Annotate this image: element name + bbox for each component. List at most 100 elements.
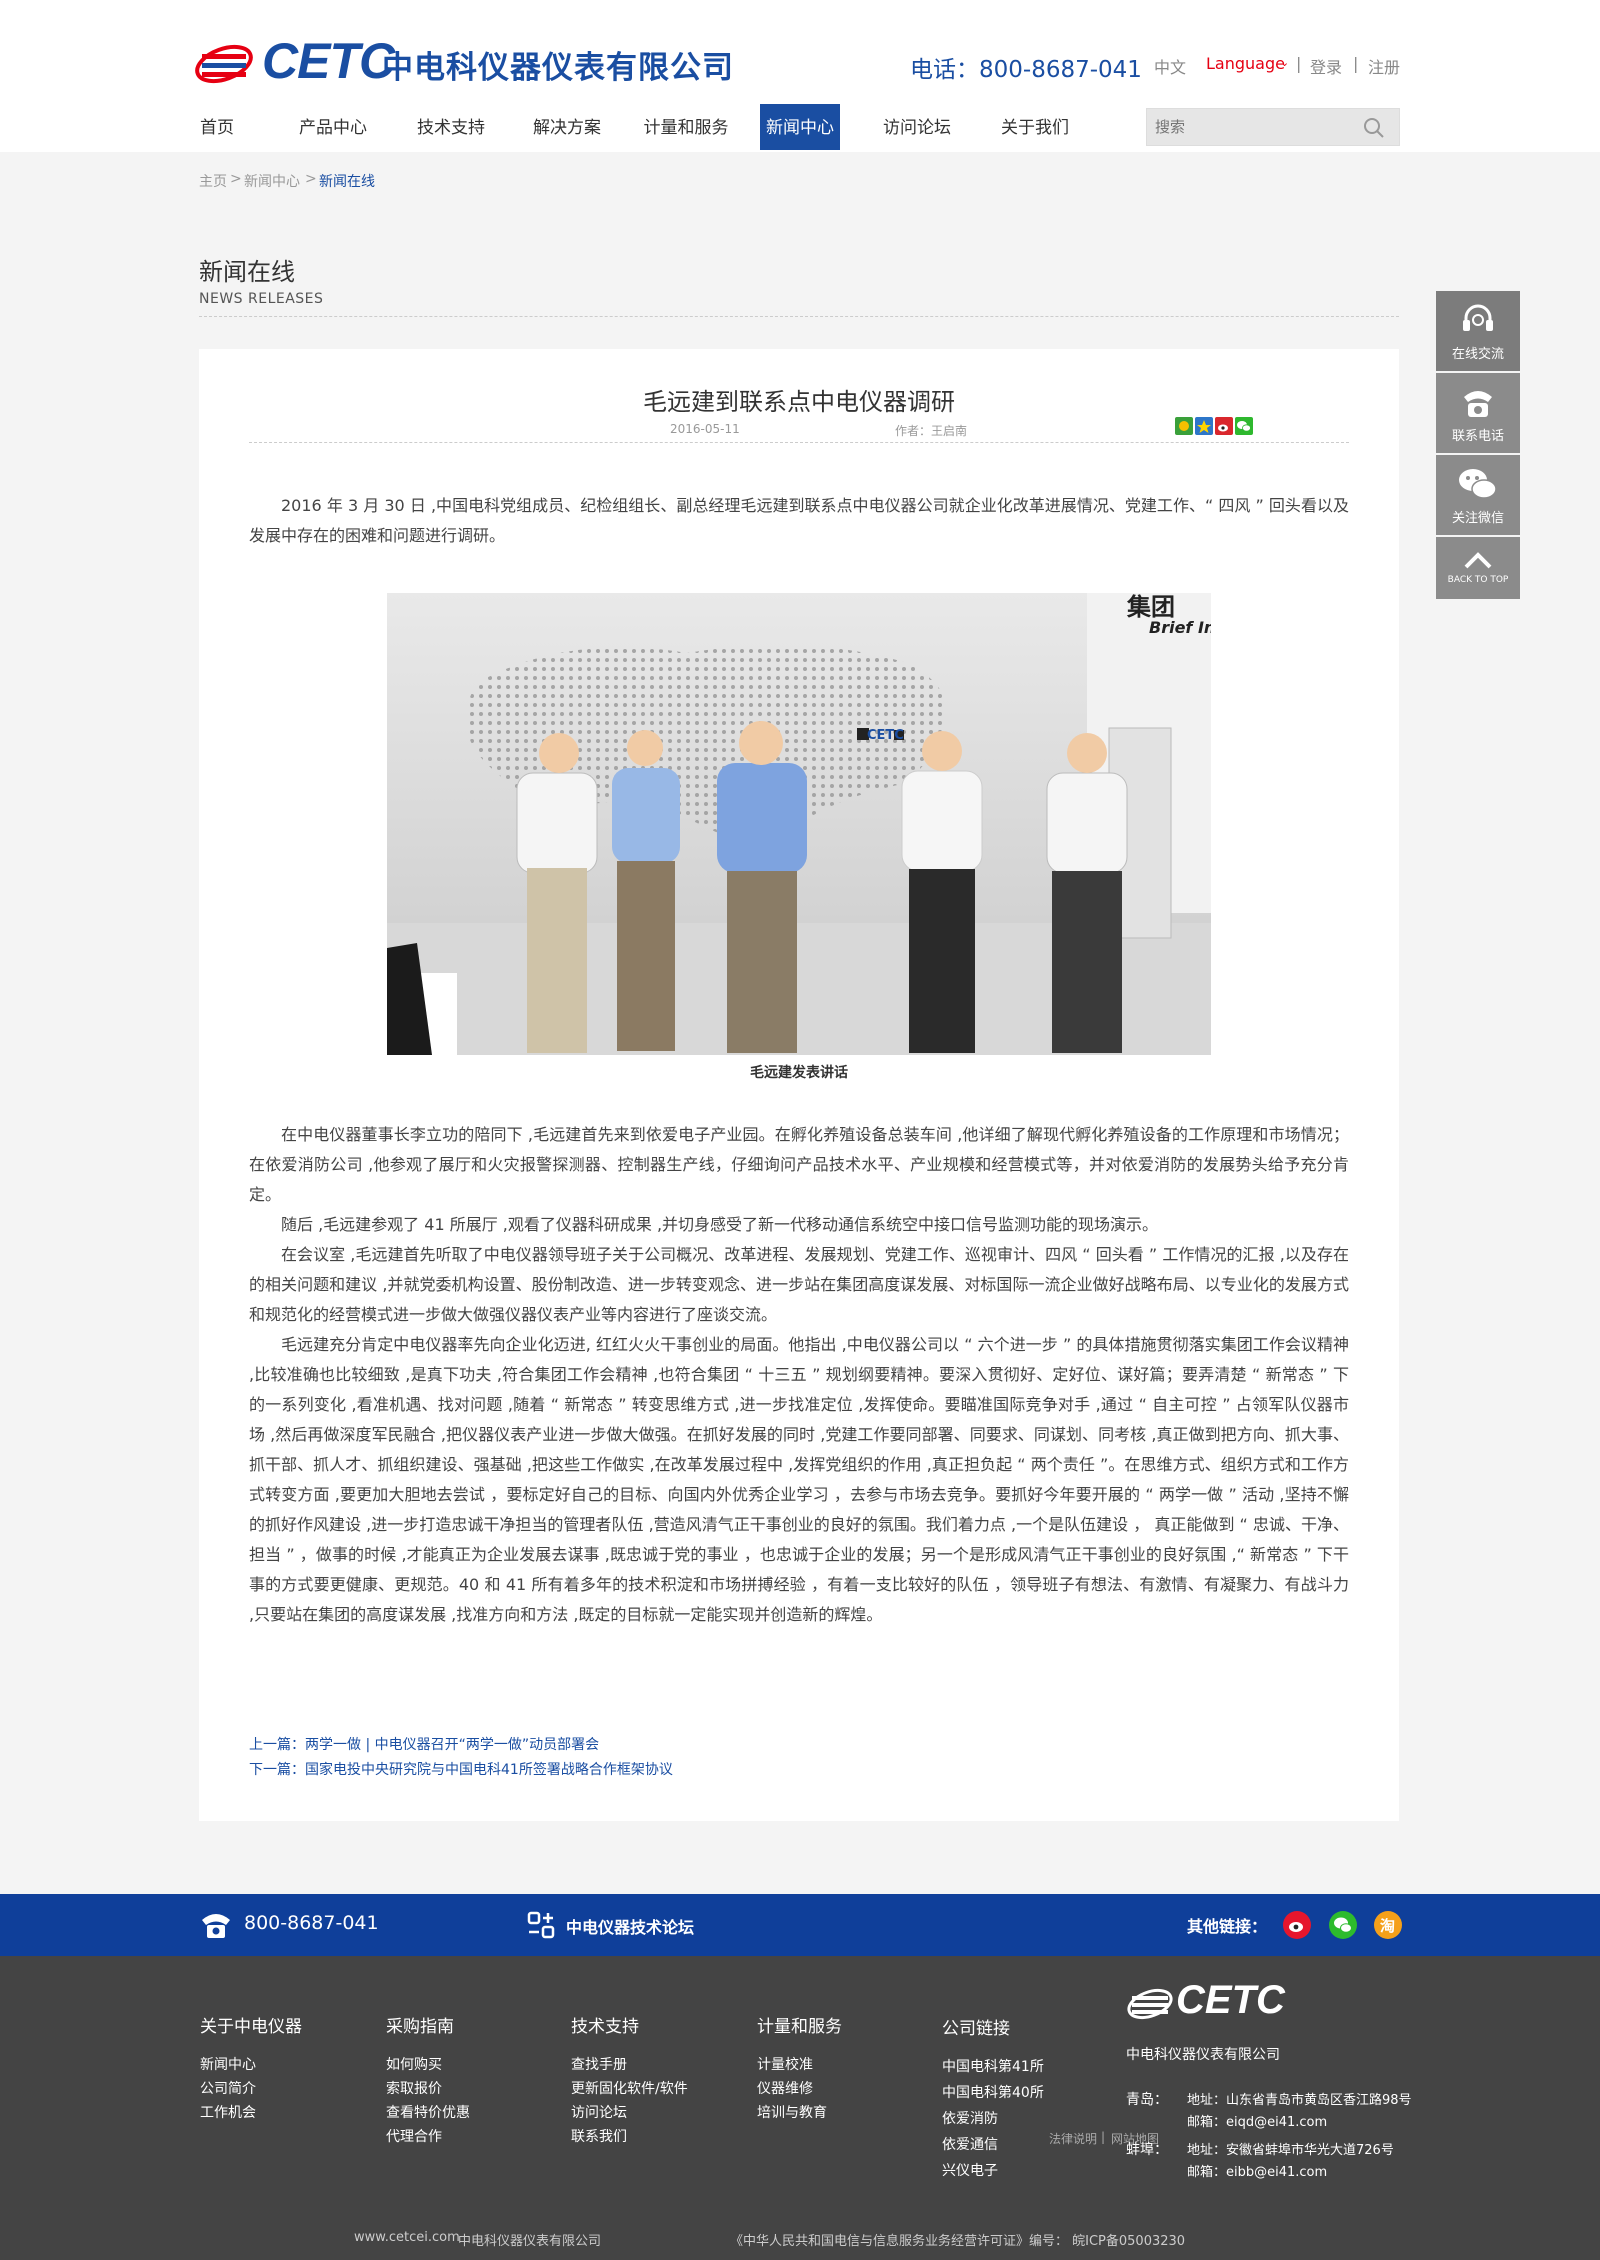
chevron-down-icon: ⌄ [1280,56,1290,69]
footer-link[interactable]: 工作机会 [200,2102,256,2122]
nav-products[interactable]: 产品中心 [298,104,368,150]
footer-phone: 800-8687-041 [244,1912,379,1934]
sidebar-label: 联系电话 [1451,429,1504,444]
breadcrumb-news[interactable]: 新闻中心 [244,171,300,191]
sidebar-label: BACK TO TOP [1447,575,1509,585]
svg-text:Brief In: Brief In [1149,618,1211,637]
nav-solutions[interactable]: 解决方案 [532,104,602,150]
taobao-icon[interactable]: 淘 [1374,1911,1402,1939]
share-favorite-icon[interactable] [1195,417,1213,435]
prev-article-link[interactable]: 上一篇：两学一做 | 中电仪器召开“两学一做”动员部署会 [249,1734,599,1754]
footer-column-title: 关于中电仪器 [200,2017,302,2037]
weibo-icon[interactable] [1283,1911,1311,1939]
divider [199,316,1399,317]
sidebar-wechat[interactable]: 关注微信 [1436,455,1520,535]
office-email: 邮箱：eibb@ei41.com [1187,2165,1328,2180]
office-city: 蚌埠： [1126,2142,1168,2158]
share-qzone-icon[interactable] [1175,417,1193,435]
chevron-up-icon [1464,552,1492,569]
footer-link[interactable]: 代理合作 [386,2126,442,2146]
footer-link[interactable]: 公司简介 [200,2078,256,2098]
footer-link[interactable]: 如何购买 [386,2054,442,2074]
license-info: 《中华人民共和国电信与信息服务业务经营许可证》编号： 皖ICP备05003230 [730,2234,1186,2249]
footer-link[interactable]: 中国电科第40所 [942,2082,1044,2102]
footer-link[interactable]: 新闻中心 [200,2054,256,2074]
nav-home[interactable]: 首页 [194,104,240,150]
logo-text[interactable]: CETC [262,32,395,90]
wechat-icon[interactable] [1329,1911,1357,1939]
company-name: 中电科仪器仪表有限公司 [382,50,734,86]
lang-chinese-link[interactable]: 中文 [1154,54,1186,78]
next-article-link[interactable]: 下一篇：国家电投中央研究院与中国电科41所签署战略合作框架协议 [249,1759,673,1779]
footer-link[interactable]: 索取报价 [386,2078,442,2098]
header-phone: 电话：800-8687-041 [910,57,1142,83]
forum-icon [527,1911,555,1939]
other-links-label: 其他链接： [1187,1917,1268,1936]
sidebar-phone[interactable]: 联系电话 [1436,373,1520,453]
footer-company-name: 中电科仪器仪表有限公司 [1126,2047,1280,2063]
footer-link[interactable]: 查看特价优惠 [386,2102,470,2122]
svg-text:淘: 淘 [1379,1917,1395,1935]
search-input[interactable] [1147,109,1347,145]
share-wechat-icon[interactable] [1235,417,1253,435]
nav-tech-support[interactable]: 技术支持 [416,104,486,150]
back-to-top-button[interactable]: BACK TO TOP [1436,537,1520,599]
section-subtitle: NEWS RELEASES [199,291,324,307]
site-header: CETC 中电科仪器仪表有限公司 电话：800-8687-041 中文 Lang… [0,0,1600,152]
footer-link[interactable]: 仪器维修 [757,2078,813,2098]
breadcrumb-sep: > [230,171,242,187]
sidebar-label: 关注微信 [1451,511,1504,526]
footer-forum-link[interactable]: 中电仪器技术论坛 [566,1914,694,1938]
footer-link[interactable]: 培训与教育 [757,2102,827,2122]
phone-icon [1464,391,1492,417]
breadcrumb-sep: > [305,171,317,187]
nav-forum[interactable]: 访问论坛 [880,104,954,150]
article-card: 毛远建到联系点中电仪器调研 2016-05-11 作者：王启南 2016 年 3… [199,349,1399,1821]
footer-link[interactable]: 依爱通信 [942,2134,998,2154]
footer-link[interactable]: 依爱消防 [942,2108,998,2128]
article-paragraph: 在中电仪器董事长李立功的陪同下 ,毛远建首先来到依爱电子产业园。在孵化养殖设备总… [249,1125,1349,1204]
legal-link[interactable]: 法律说明 [1049,2130,1097,2147]
search-box [1146,108,1400,146]
login-link[interactable]: 登录 [1310,54,1342,78]
footer-link[interactable]: 兴仪电子 [942,2160,998,2180]
sidebar-online-chat[interactable]: 在线交流 [1436,291,1520,371]
separator: | [1353,54,1359,73]
nav-news[interactable]: 新闻中心 [760,104,840,150]
article-title: 毛远建到联系点中电仪器调研 [643,388,955,416]
office-address: 地址：安徽省蚌埠市华光大道726号 [1187,2143,1394,2158]
footer-column-title: 技术支持 [571,2017,639,2037]
footer-link[interactable]: 更新固化软件/软件 [571,2078,688,2098]
nav-metrology[interactable]: 计量和服务 [642,104,730,150]
office-address: 地址：山东省青岛市黄岛区香江路98号 [1187,2093,1412,2108]
footer-link[interactable]: 访问论坛 [571,2102,627,2122]
cetc-logo-icon[interactable] [194,34,254,90]
divider [249,442,1349,443]
footer-link[interactable]: 计量校准 [757,2054,813,2074]
office-email: 邮箱：eiqd@ei41.com [1187,2115,1328,2130]
svg-text:集团: 集团 [1126,593,1175,621]
wechat-icon [1459,469,1497,499]
register-link[interactable]: 注册 [1368,54,1400,78]
search-icon[interactable] [1363,117,1385,139]
site-footer: 关于中电仪器 新闻中心 公司简介 工作机会 采购指南 如何购买 索取报价 查看特… [0,1956,1600,2260]
article-paragraph: 随后 ,毛远建参观了 41 所展厅 ,观看了仪器科研成果 ,并切身感受了新一代移… [281,1215,1159,1234]
footer-column-title: 公司链接 [942,2019,1010,2039]
breadcrumb-home[interactable]: 主页 [199,171,227,191]
article-paragraph: 在会议室 ,毛远建首先听取了中电仪器领导班子关于公司概况、改革进程、发展规划、党… [249,1245,1349,1324]
nav-about[interactable]: 关于我们 [998,104,1072,150]
separator: | [1296,54,1302,73]
office-city: 青岛： [1126,2092,1168,2108]
language-dropdown[interactable]: Language [1206,54,1285,73]
footer-link[interactable]: 中国电科第41所 [942,2056,1044,2076]
phone-icon [202,1914,230,1938]
article-paragraph: 毛远建充分肯定中电仪器率先向企业化迈进, 红红火火干事创业的局面。他指出 ,中电… [249,1335,1349,1624]
article-intro: 2016 年 3 月 30 日 ,中国电科党组成员、纪检组组长、副总经理毛远建到… [249,496,1349,545]
cetc-logo-icon [1127,1988,1173,2020]
copyright-site: www.cetcei.com [354,2230,460,2245]
footer-column-title: 采购指南 [386,2017,454,2037]
footer-link[interactable]: 联系我们 [571,2126,627,2146]
share-weibo-icon[interactable] [1215,417,1233,435]
breadcrumb-current[interactable]: 新闻在线 [319,171,375,191]
footer-link[interactable]: 查找手册 [571,2054,627,2074]
